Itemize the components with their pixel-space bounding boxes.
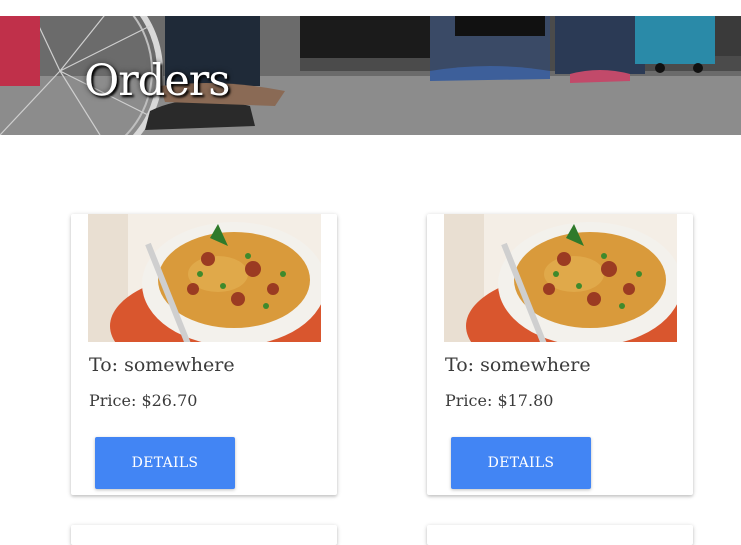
details-button[interactable]: DETAILS: [95, 437, 235, 489]
order-card: To: somewhere Price: $17.80 DETAILS: [427, 214, 693, 495]
details-button[interactable]: DETAILS: [451, 437, 591, 489]
order-destination: To: somewhere: [445, 354, 591, 376]
page-title: Orders: [84, 56, 230, 106]
hero-banner: Orders: [0, 16, 741, 135]
order-card: [71, 525, 337, 545]
order-card: [427, 525, 693, 545]
order-destination: To: somewhere: [89, 354, 235, 376]
order-price: Price: $26.70: [89, 391, 198, 410]
top-bar: [0, 0, 741, 16]
food-image: [444, 214, 677, 342]
order-price: Price: $17.80: [445, 391, 554, 410]
food-image: [88, 214, 321, 342]
order-card: To: somewhere Price: $26.70 DETAILS: [71, 214, 337, 495]
